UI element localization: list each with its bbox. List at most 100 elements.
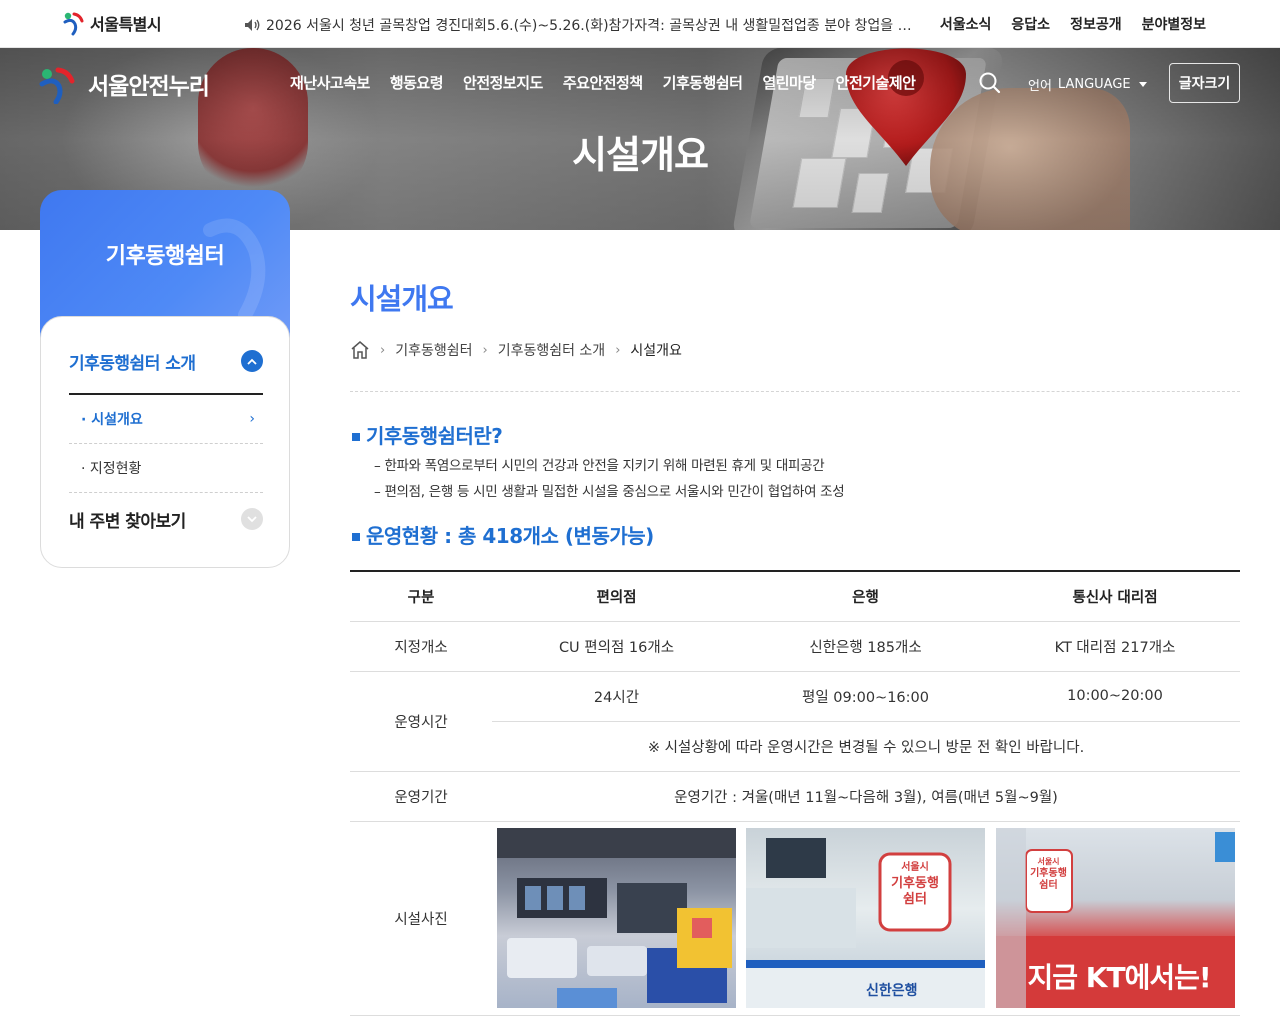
chevron-right-icon: › xyxy=(249,411,255,427)
table-cell-note: ※ 시설상황에 따라 운영시간은 변경될 수 있으니 방문 전 확인 바랍니다. xyxy=(492,721,1240,772)
nav-tech-proposal[interactable]: 안전기술제안 xyxy=(826,72,926,93)
breadcrumb-current: 시설개요 xyxy=(630,343,682,359)
sidebar-sub-designation[interactable]: · 지정현황 xyxy=(69,444,263,493)
breadcrumb: › 기후동행쉼터 › 기후동행쉼터 소개 › 시설개요 xyxy=(350,340,682,360)
util-link-info-open[interactable]: 정보공개 xyxy=(1070,14,1122,34)
util-link-news[interactable]: 서울소식 xyxy=(940,14,992,34)
chevron-down-icon xyxy=(241,508,263,530)
breadcrumb-separator: › xyxy=(380,342,386,358)
search-icon[interactable] xyxy=(977,70,1003,96)
section-status-title: 운영현황 : 총 418개소 (변동가능) xyxy=(352,520,654,549)
table-row: 운영시간 24시간 평일 09:00~16:00 10:00~20:00 xyxy=(350,671,1240,772)
notice-text: 2026 서울시 청년 골목창업 경진대회5.6.(수)~5.26.(화)참가자… xyxy=(266,18,920,34)
site-logo[interactable]: 서울안전누리 xyxy=(38,64,210,104)
sidebar: 기후동행쉼터 기후동행쉼터 소개 · 시설개요 › · 지정현황 내 주변 찾아… xyxy=(40,190,290,568)
sidebar-menu: 기후동행쉼터 소개 · 시설개요 › · 지정현황 내 주변 찾아보기 xyxy=(40,316,290,568)
table-cell: 서울시 기후동행 쉼터 지금 KT에서는! xyxy=(990,821,1240,1016)
breadcrumb-separator: › xyxy=(615,342,621,358)
page-title: 시설개요 xyxy=(350,282,454,316)
breadcrumb-item-1[interactable]: 기후동행쉼터 xyxy=(395,340,472,360)
kt-sign-line: 서울시 xyxy=(1037,857,1060,866)
notice-ticker[interactable]: 2026 서울시 청년 골목창업 경진대회5.6.(수)~5.26.(화)참가자… xyxy=(244,15,920,35)
section-desc-line-2: – 편의점, 은행 등 시민 생활과 밀접한 시설을 중심으로 서울시와 민간이… xyxy=(374,484,845,500)
table-cell: CU 편의점 16개소 xyxy=(492,621,741,672)
kt-banner-text: 지금 KT에서는! xyxy=(1027,961,1212,994)
square-bullet-icon xyxy=(352,532,360,541)
top-utility-bar: 서울특별시 2026 서울시 청년 골목창업 경진대회5.6.(수)~5.26.… xyxy=(0,0,1280,48)
table-cell: 지정개소 xyxy=(350,621,492,672)
hero-title: 시설개요 xyxy=(572,133,709,177)
table-row: 시설사진 서울시 기후동행 쉼터 신한은행 서울시 기후동행 쉼터 지금 KT에… xyxy=(350,821,1240,1016)
util-link-field-info[interactable]: 분야별정보 xyxy=(1142,14,1206,34)
square-bullet-icon xyxy=(352,432,360,441)
sidebar-menu-nearby-label: 내 주변 찾아보기 xyxy=(69,511,186,532)
site-logo-text: 서울안전누리 xyxy=(88,74,210,100)
nav-action-guide[interactable]: 행동요령 xyxy=(380,72,453,93)
sidebar-menu-intro-label: 기후동행쉼터 소개 xyxy=(69,353,196,374)
bank-name-text: 신한은행 xyxy=(866,983,918,999)
caret-down-icon xyxy=(1138,82,1147,87)
font-size-button[interactable]: 글자크기 xyxy=(1169,63,1240,103)
table-cell: 운영기간 : 겨울(매년 11월~다음해 3월), 여름(매년 5월~9월) xyxy=(492,771,1240,822)
seoul-safety-logo-icon xyxy=(39,67,75,104)
convenience-store-illustration xyxy=(497,828,736,1008)
table-cell: 운영시간 xyxy=(350,671,492,772)
kt-sign-line: 쉼터 xyxy=(1039,880,1058,891)
kt-shelter-sign: 서울시 기후동행 쉼터 xyxy=(1026,856,1072,892)
table-cell: 10:00~20:00 xyxy=(990,671,1240,722)
sidebar-sub-overview-label: · 시설개요 xyxy=(81,412,143,428)
language-label-en: LANGUAGE xyxy=(1057,77,1131,92)
section-status-text: 운영현황 : 총 418개소 (변동가능) xyxy=(366,524,654,548)
nav-open-forum[interactable]: 열린마당 xyxy=(752,72,825,93)
section-what-is-text: 기후동행쉼터란? xyxy=(366,424,503,448)
sidebar-menu-intro[interactable]: 기후동행쉼터 소개 xyxy=(69,343,263,395)
sidebar-sub-overview[interactable]: · 시설개요 › xyxy=(69,395,263,444)
bank-sign-line: 쉼터 xyxy=(903,892,927,907)
table-header: 구분 xyxy=(350,570,492,622)
bank-photo: 서울시 기후동행 쉼터 신한은행 xyxy=(746,828,985,1008)
breadcrumb-separator: › xyxy=(482,342,488,358)
chevron-up-icon xyxy=(241,350,263,372)
table-row: 운영기간 운영기간 : 겨울(매년 11월~다음해 3월), 여름(매년 5월~… xyxy=(350,771,1240,822)
table-row: 지정개소 CU 편의점 16개소 신한은행 185개소 KT 대리점 217개소 xyxy=(350,621,1240,672)
table-cell: 서울시 기후동행 쉼터 신한은행 xyxy=(741,821,990,1016)
kt-sign-line: 기후동행 xyxy=(1030,868,1067,879)
seoul-city-logo[interactable]: 서울특별시 xyxy=(62,10,162,36)
content-divider xyxy=(350,391,1240,392)
language-selector[interactable]: 언어 LANGUAGE xyxy=(1028,75,1147,94)
nav-safety-policy[interactable]: 주요안전정책 xyxy=(553,72,653,93)
seoul-symbol-icon xyxy=(63,12,84,36)
seoul-city-logo-text: 서울특별시 xyxy=(90,15,162,34)
table-cell: 24시간 xyxy=(492,671,741,722)
telecom-store-photo: 서울시 기후동행 쉼터 지금 KT에서는! xyxy=(995,828,1235,1008)
table-header: 은행 xyxy=(741,570,990,622)
table-cell: 평일 09:00~16:00 xyxy=(741,671,990,722)
table-cell: 신한은행 185개소 xyxy=(741,621,990,672)
nav-climate-shelter[interactable]: 기후동행쉼터 xyxy=(653,72,753,93)
home-icon[interactable] xyxy=(350,340,370,360)
table-header: 통신사 대리점 xyxy=(990,570,1240,622)
sidebar-menu-nearby[interactable]: 내 주변 찾아보기 xyxy=(69,499,263,539)
sidebar-sub-designation-label: · 지정현황 xyxy=(81,461,142,477)
operation-status-table: 구분 편의점 은행 통신사 대리점 지정개소 CU 편의점 16개소 신한은행 … xyxy=(350,570,1240,1016)
nav-disaster-news[interactable]: 재난사고속보 xyxy=(280,72,380,93)
nav-safety-map[interactable]: 안전정보지도 xyxy=(453,72,553,93)
breadcrumb-item-2[interactable]: 기후동행쉼터 소개 xyxy=(498,340,606,360)
section-what-is-title: 기후동행쉼터란? xyxy=(352,420,503,449)
utility-links: 서울소식 응답소 정보공개 분야별정보 xyxy=(940,14,1206,34)
bank-shelter-sign: 서울시 기후동행 쉼터 xyxy=(880,860,950,908)
table-cell: 시설사진 xyxy=(350,821,492,1016)
bank-sign-line: 기후동행 xyxy=(891,876,939,891)
table-cell: 운영기간 xyxy=(350,771,492,822)
language-label-ko: 언어 xyxy=(1028,79,1052,94)
convenience-store-photo xyxy=(497,828,736,1008)
sidebar-title: 기후동행쉼터 xyxy=(105,244,225,269)
table-header: 편의점 xyxy=(492,570,741,622)
util-link-response[interactable]: 응답소 xyxy=(1011,14,1050,34)
table-cell xyxy=(492,821,741,1016)
section-desc-line-1: – 한파와 폭염으로부터 시민의 건강과 안전을 지키기 위해 마련된 휴게 및… xyxy=(374,458,825,474)
table-cell: KT 대리점 217개소 xyxy=(990,621,1240,672)
global-nav: 재난사고속보 행동요령 안전정보지도 주요안전정책 기후동행쉼터 열린마당 안전… xyxy=(280,72,925,93)
bank-sign-line: 서울시 xyxy=(901,862,929,873)
speaker-icon xyxy=(245,19,260,31)
